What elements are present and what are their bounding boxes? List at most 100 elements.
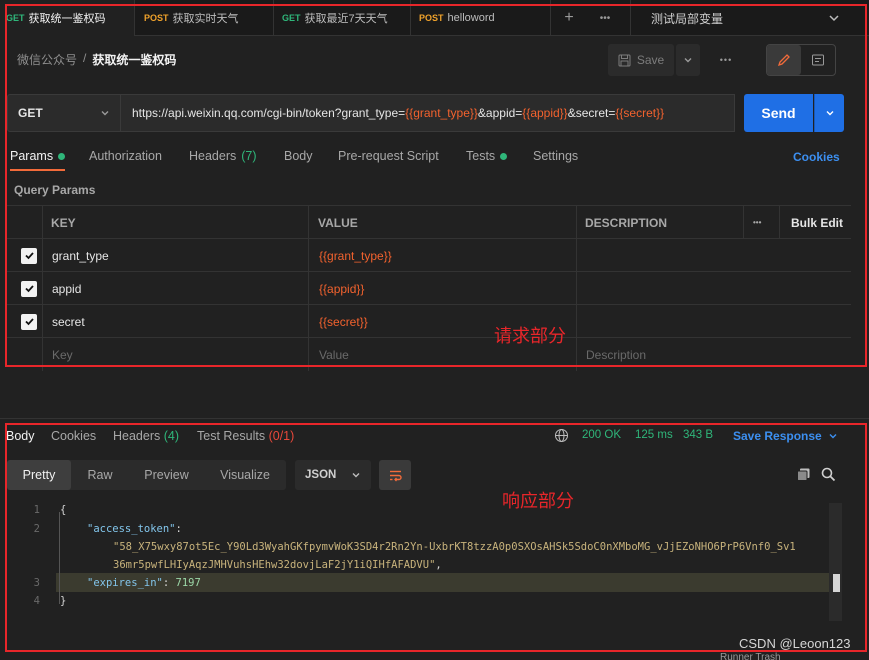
- active-dot-icon: [500, 152, 508, 160]
- search-icon[interactable]: [821, 467, 836, 485]
- tab-tests[interactable]: Tests: [466, 149, 508, 163]
- param-key[interactable]: secret: [52, 305, 85, 338]
- tab-params-label: Params: [10, 149, 54, 163]
- environment-label: 测试局部变量: [651, 11, 724, 26]
- new-key-input[interactable]: Key: [52, 338, 73, 371]
- response-tab-headers[interactable]: Headers (4): [113, 429, 179, 443]
- send-dropdown-button[interactable]: [814, 94, 844, 132]
- code-line-wrap: "58_X75wxy87ot5Ec_Y90Ld3WyahGKfpymvWoK3S…: [113, 541, 796, 553]
- url-variable: {{appid}}: [522, 106, 568, 120]
- column-value: VALUE: [318, 215, 358, 230]
- code-line: {: [60, 504, 67, 516]
- param-value[interactable]: {{grant_type}}: [319, 239, 392, 272]
- request-section-annotation: 请求部分: [494, 326, 566, 346]
- new-value-input[interactable]: Value: [319, 338, 349, 371]
- language-select[interactable]: JSON: [295, 460, 371, 490]
- document-icon: [812, 54, 824, 66]
- response-size[interactable]: 343 B: [683, 429, 713, 441]
- chevron-down-icon[interactable]: [828, 12, 840, 27]
- tab-tests-label: Tests: [466, 149, 496, 163]
- table-row: appid {{appid}}: [7, 271, 851, 305]
- response-tab-body[interactable]: Body: [6, 429, 35, 443]
- line-number: 2: [33, 523, 40, 535]
- param-checkbox[interactable]: [21, 247, 37, 264]
- response-time[interactable]: 125 ms: [635, 429, 673, 441]
- tab-more-icon[interactable]: •••: [590, 0, 620, 36]
- more-actions-button[interactable]: •••: [712, 44, 740, 76]
- param-value[interactable]: {{appid}}: [319, 272, 364, 305]
- edit-mode-button[interactable]: [767, 45, 801, 75]
- tab-authorization[interactable]: Authorization: [89, 149, 162, 163]
- save-dropdown-button[interactable]: [676, 44, 700, 76]
- breadcrumb-request[interactable]: 获取统一鉴权码: [92, 51, 176, 68]
- tab-headers[interactable]: Headers (7): [189, 149, 257, 163]
- chevron-down-icon: [826, 111, 833, 116]
- environment-select[interactable]: 测试局部变量: [630, 0, 850, 36]
- line-number: 4: [33, 595, 40, 607]
- tab-get-7day-weather[interactable]: GET 获取最近7天天气: [274, 0, 411, 36]
- tab-params[interactable]: Params: [10, 149, 66, 163]
- test-results-count: (0/1): [268, 429, 295, 443]
- checkmark-icon: [24, 252, 34, 260]
- url-input[interactable]: https://api.weixin.qq.com/cgi-bin/token?…: [121, 94, 735, 132]
- column-description: DESCRIPTION: [585, 215, 668, 230]
- tab-get-auth-code[interactable]: GET 获取统一鉴权码: [0, 0, 135, 36]
- param-checkbox[interactable]: [21, 313, 37, 330]
- format-preview[interactable]: Preview: [129, 460, 204, 490]
- send-button[interactable]: Send: [744, 94, 813, 132]
- copy-icon[interactable]: [796, 467, 811, 485]
- new-description-input[interactable]: Description: [586, 338, 646, 371]
- format-visualize[interactable]: Visualize: [204, 460, 286, 490]
- response-tab-cookies[interactable]: Cookies: [51, 429, 96, 443]
- save-icon: [618, 54, 631, 66]
- param-value[interactable]: {{secret}}: [319, 305, 368, 338]
- active-dot-icon: [58, 152, 66, 160]
- param-key[interactable]: appid: [52, 272, 81, 305]
- pencil-icon: [777, 54, 790, 67]
- code-line: }: [60, 595, 67, 607]
- editor-scrollbar[interactable]: [829, 503, 842, 621]
- chevron-down-icon: [829, 434, 837, 439]
- tab-method: GET: [6, 13, 25, 23]
- language-label: JSON: [305, 469, 337, 481]
- tab-body[interactable]: Body: [284, 149, 313, 163]
- table-more-icon[interactable]: •••: [753, 206, 761, 239]
- save-response-button[interactable]: Save Response: [733, 429, 838, 443]
- tab-method: GET: [282, 13, 301, 23]
- chevron-down-icon: [101, 111, 109, 116]
- tab-post-realtime-weather[interactable]: POST 获取实时天气: [135, 0, 274, 36]
- format-pretty[interactable]: Pretty: [7, 460, 71, 490]
- test-results-label: Test Results: [197, 429, 266, 443]
- cursor-marker: [833, 574, 840, 592]
- documentation-button[interactable]: [801, 45, 835, 75]
- response-tab-test-results[interactable]: Test Results (0/1): [197, 429, 294, 443]
- breadcrumb: 微信公众号 / 获取统一鉴权码: [17, 51, 176, 68]
- new-tab-plus-icon[interactable]: +: [556, 0, 582, 36]
- breadcrumb-collection[interactable]: 微信公众号: [17, 51, 77, 68]
- status-code[interactable]: 200 OK: [582, 429, 621, 441]
- format-tabs: Pretty Raw Preview Visualize: [7, 460, 286, 490]
- param-checkbox[interactable]: [21, 280, 37, 297]
- tab-post-helloword[interactable]: POST helloword: [411, 0, 551, 36]
- tab-settings[interactable]: Settings: [533, 149, 578, 163]
- table-header: KEY VALUE DESCRIPTION ••• Bulk Edit: [7, 205, 851, 239]
- response-annotation-box: [5, 423, 867, 652]
- view-mode-toggle: [766, 44, 836, 76]
- table-row: grant_type {{grant_type}}: [7, 238, 851, 272]
- response-section-annotation: 响应部分: [502, 491, 574, 511]
- globe-icon[interactable]: [554, 428, 569, 446]
- footer-status: Runner Trash: [720, 652, 781, 660]
- fold-guide: [59, 512, 60, 604]
- checkmark-icon: [24, 318, 34, 326]
- format-raw[interactable]: Raw: [71, 460, 129, 490]
- url-text: &secret=: [567, 106, 616, 120]
- param-key[interactable]: grant_type: [52, 239, 109, 272]
- bulk-edit-button[interactable]: Bulk Edit: [791, 206, 843, 239]
- cookies-link[interactable]: Cookies: [793, 150, 840, 164]
- line-number: 1: [33, 504, 40, 516]
- wrap-lines-button[interactable]: [379, 460, 411, 490]
- line-number: 3: [33, 577, 40, 589]
- method-select[interactable]: GET: [7, 94, 121, 132]
- tab-prerequest-script[interactable]: Pre-request Script: [338, 149, 439, 163]
- save-button[interactable]: Save: [608, 44, 674, 76]
